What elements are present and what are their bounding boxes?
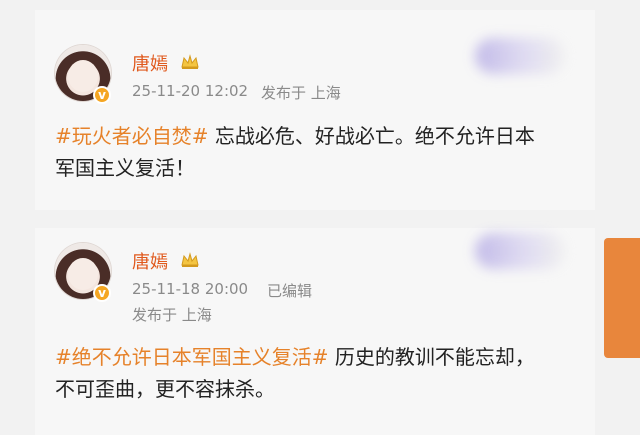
crown-icon [181, 252, 199, 267]
post-text-line2: 不可歪曲，更不容抹杀。 [55, 377, 275, 401]
post-text-line1: 忘战必危、好战必亡。绝不允许日本 [208, 124, 535, 148]
post-content: #绝不允许日本军国主义复活# 历史的教训不能忘却， 不可歪曲，更不容抹杀。 [55, 341, 585, 405]
author-name[interactable]: 唐嫣 [132, 248, 168, 274]
avatar-face [68, 258, 98, 290]
avatar-face [68, 60, 98, 92]
hashtag-link[interactable]: #绝不允许日本军国主义复活# [55, 345, 329, 369]
weibo-post-card: v 唐嫣 25-11-18 20:00 已编辑 发布于 上海 #绝不允许日本军国… [35, 228, 595, 435]
blurred-follow-button [475, 38, 565, 74]
post-timestamp: 25-11-20 12:02 [132, 82, 249, 100]
post-text-line2: 军国主义复活！ [55, 156, 195, 180]
post-content: #玩火者必自焚# 忘战必危、好战必亡。绝不允许日本 军国主义复活！ [55, 120, 585, 184]
cropped-edge-element [604, 238, 640, 358]
post-location: 发布于 上海 [132, 306, 212, 324]
hashtag-link[interactable]: #玩火者必自焚# [55, 124, 209, 148]
author-name[interactable]: 唐嫣 [132, 50, 168, 76]
post-timestamp: 25-11-18 20:00 [132, 280, 249, 298]
post-text-line1: 历史的教训不能忘却， [328, 345, 535, 369]
post-location: 发布于 上海 [261, 84, 341, 102]
edited-label: 已编辑 [267, 282, 313, 300]
verified-badge-icon: v [93, 284, 111, 302]
crown-icon [181, 54, 199, 69]
verified-badge-icon: v [93, 86, 111, 104]
blurred-follow-button [475, 233, 565, 269]
weibo-post-card: v 唐嫣 25-11-20 12:02 发布于 上海 #玩火者必自焚# 忘战必危… [35, 10, 595, 210]
